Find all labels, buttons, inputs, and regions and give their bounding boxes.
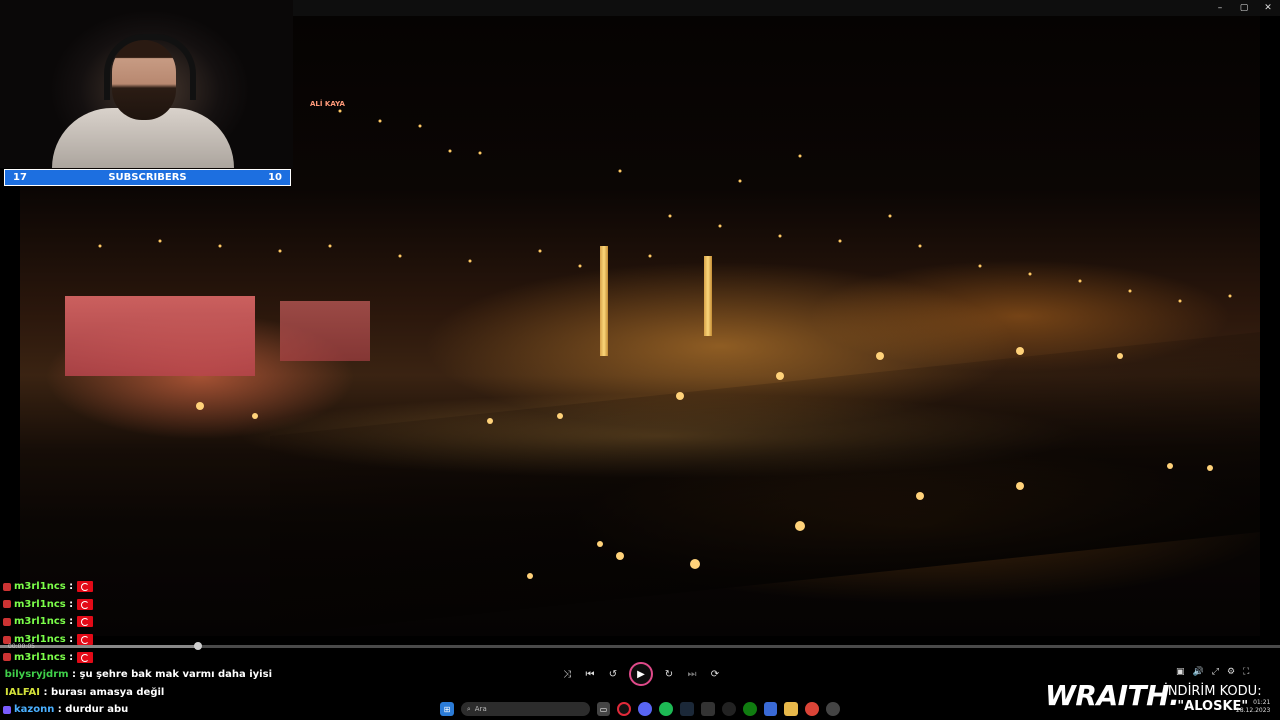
opera-icon[interactable] [617, 702, 632, 716]
chat-overlay: m3rl1ncs : m3rl1ncs : m3rl1ncs : m3rl1nc… [0, 578, 272, 719]
chat-username: m3rl1ncs [14, 581, 66, 593]
riot-icon[interactable] [700, 702, 715, 716]
chat-message: m3rl1ncs : [0, 596, 272, 614]
chat-username: m3rl1ncs [14, 616, 66, 628]
chat-text: durdur abu [65, 704, 129, 716]
seek-bar[interactable] [0, 642, 1280, 650]
forward-icon[interactable]: ↻ [662, 667, 676, 681]
player-right-controls: ▣ 🔊 ⤢ ⚙ ⛶ [1176, 667, 1249, 677]
miniplayer-icon[interactable]: ▣ [1176, 667, 1185, 677]
play-icon: ▶ [637, 668, 645, 680]
chrome-icon[interactable] [805, 702, 820, 716]
next-icon[interactable]: ⏭ [685, 667, 699, 681]
previous-icon[interactable]: ⏮ [583, 667, 597, 681]
settings-icon[interactable]: ⚙ [1227, 667, 1235, 677]
chat-username: m3rl1ncs [14, 598, 66, 610]
user-badge-icon [3, 617, 11, 626]
turkey-flag-icon [77, 598, 94, 610]
discount-label: İNDİRİM KODU: [1164, 684, 1262, 699]
windows-start-icon[interactable]: ⊞ [440, 702, 454, 716]
chat-message: bilysryjdrm : şu şehre bak mak varmı dah… [4, 669, 272, 681]
clock-time: 01:21 [1253, 699, 1271, 706]
repeat-icon[interactable]: ⟳ [708, 667, 722, 681]
chat-message: m3rl1ncs : [0, 613, 272, 631]
subscribers-bar: 17 SUBSCRIBERS 10 [4, 169, 291, 186]
chat-username: m3rl1ncs [14, 651, 66, 663]
discord-icon[interactable] [638, 702, 653, 716]
webcam-overlay [0, 0, 293, 168]
xbox-icon[interactable] [742, 702, 757, 716]
chat-username: IALFAI [5, 686, 40, 698]
search-placeholder: Ara [474, 705, 487, 713]
media-player-icon[interactable] [826, 702, 840, 716]
user-badge-icon [3, 705, 11, 714]
user-badge-icon [3, 582, 11, 591]
steam-icon[interactable] [680, 702, 694, 716]
window-controls: – ▢ ✕ [1208, 0, 1280, 16]
turkey-flag-icon [77, 651, 94, 663]
headset-icon [104, 34, 196, 100]
subscribers-label: SUBSCRIBERS [108, 172, 187, 183]
turkey-flag-icon [77, 616, 94, 628]
app-icon[interactable] [763, 702, 778, 716]
turkey-flag-icon [77, 634, 94, 646]
maximize-button[interactable]: ▢ [1232, 0, 1256, 16]
chat-text: burası amasya değil [50, 686, 165, 698]
folder-icon[interactable] [784, 702, 799, 716]
chat-message: m3rl1ncs : [0, 648, 272, 666]
subscribers-left-count: 17 [13, 172, 27, 183]
wraith-logo: WRAITH. [1045, 679, 1180, 712]
user-badge-icon [3, 653, 11, 662]
taskbar-search[interactable]: ⌕ Ara [460, 702, 590, 716]
user-badge-icon [3, 600, 11, 609]
rewind-icon[interactable]: ↺ [606, 667, 620, 681]
shuffle-icon[interactable]: ⤨ [560, 667, 574, 681]
chat-message: m3rl1ncs : [0, 578, 272, 596]
spotify-icon[interactable] [659, 702, 674, 716]
chat-username: bilysryjdrm [4, 669, 69, 681]
clock-date: 28.12.2023 [1236, 707, 1271, 714]
taskview-icon[interactable]: ▭ [596, 702, 611, 716]
taskbar: ⊞ ⌕ Ara ▭ [440, 698, 840, 720]
subscribers-right-count: 10 [268, 172, 282, 183]
elapsed-time: 00:00:05 [8, 643, 35, 650]
turkey-flag-icon [77, 581, 94, 593]
taskbar-clock[interactable]: 01:21 28.12.2023 [1236, 699, 1270, 715]
fullscreen-icon[interactable]: ⛶ [1243, 667, 1249, 677]
obs-icon[interactable] [721, 702, 736, 716]
player-controls: ⤨ ⏮ ↺ ▶ ↻ ⏭ ⟳ [560, 662, 722, 686]
minimize-button[interactable]: – [1208, 0, 1232, 16]
chat-username: kazonn [14, 704, 55, 716]
close-button[interactable]: ✕ [1256, 0, 1280, 16]
expand-icon[interactable]: ⤢ [1212, 667, 1219, 677]
play-button[interactable]: ▶ [629, 662, 653, 686]
volume-icon[interactable]: 🔊 [1193, 667, 1204, 677]
chat-message: IALFAI : burası amasya değil [5, 686, 165, 698]
chat-message: kazonn : durdur abu [0, 701, 272, 719]
chat-text: şu şehre bak mak varmı daha iyisi [79, 669, 272, 681]
search-icon: ⌕ [466, 704, 471, 713]
